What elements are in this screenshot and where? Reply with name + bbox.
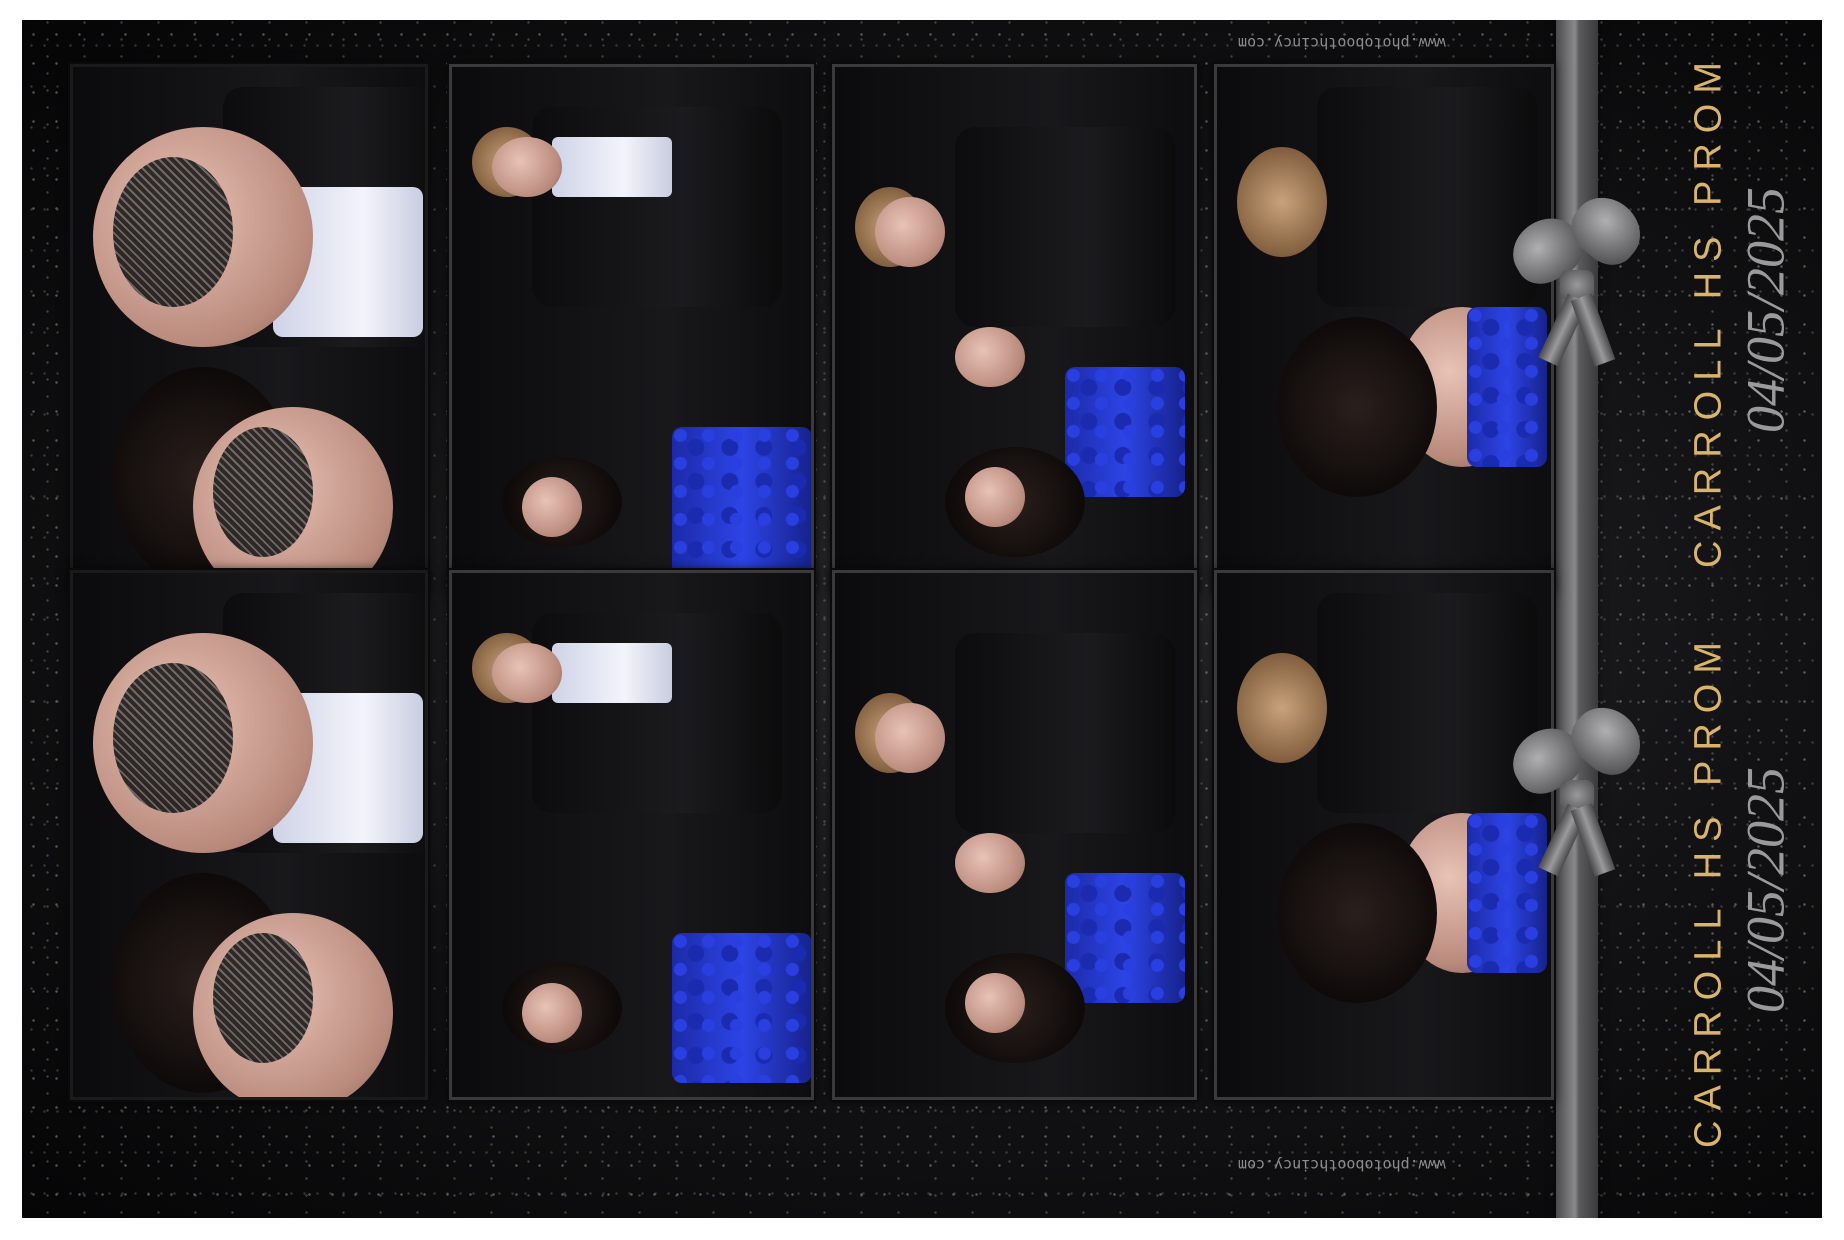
photo-3 [832,64,1197,594]
photo-strip-top: www.photoboothcincy.com CARROLL HS PROM … [22,20,1822,594]
event-title: CARROLL HS PROM [1687,632,1730,1148]
photo-4 [1214,64,1554,594]
website-text: www.photoboothcincy.com [1238,1156,1446,1174]
photo-4 [1214,570,1554,1100]
photobooth-print: www.photoboothcincy.com CARROLL HS PROM … [22,20,1822,1218]
title-block-bottom: CARROLL HS PROM 04/05/2025 [1682,620,1802,1160]
photo-2 [449,570,814,1100]
event-title: CARROLL HS PROM [1687,52,1730,568]
event-date: 04/05/2025 [1735,187,1796,434]
ribbon-bow [1501,694,1654,880]
event-date: 04/05/2025 [1735,767,1796,1014]
photo-1 [70,64,428,594]
title-block-top: CARROLL HS PROM 04/05/2025 [1682,40,1802,580]
photo-strip-bottom: www.photoboothcincy.com CARROLL HS PROM … [22,570,1822,1174]
ribbon-bow [1501,184,1654,370]
photo-2 [449,64,814,594]
website-text: www.photoboothcincy.com [1238,34,1446,52]
photo-3 [832,570,1197,1100]
photo-1 [70,570,428,1100]
